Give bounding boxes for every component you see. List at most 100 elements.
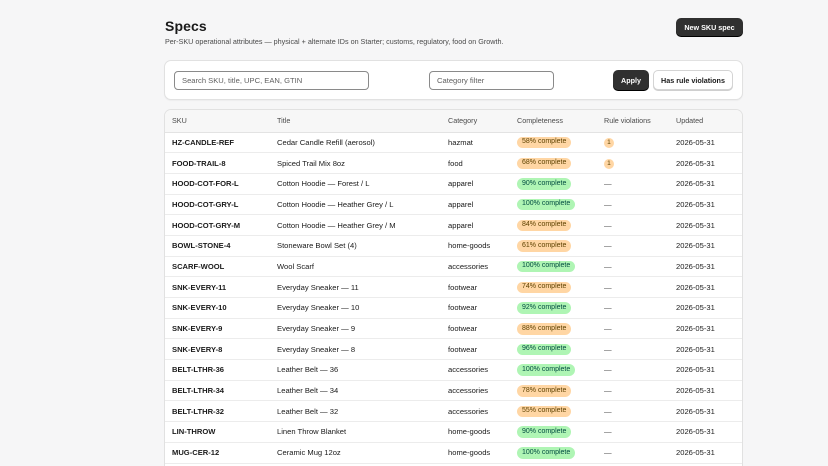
updated-cell: 2026-05-31 [669,256,742,278]
column-header-sku[interactable]: SKU [165,110,270,133]
completeness-badge: 88% complete [517,323,572,335]
table-row[interactable]: SNK-EVERY-8 Everyday Sneaker — 8 footwear 9… [165,338,742,361]
title-cell: Cotton Hoodie — Forest / L [270,173,441,195]
table-row[interactable]: HOOD-COT-GRY-M Cotton Hoodie — Heather Gr… [165,214,742,236]
title-cell: Leather Belt — 34 [270,380,441,402]
completeness-badge: 90% complete [517,178,572,190]
violation-count-badge: 1 [604,158,614,169]
sku-cell[interactable]: SNK-EVERY-8 [165,338,270,361]
table-row[interactable]: HOOD-COT-GRY-L Cotton Hoodie — Heather Gr… [165,194,742,216]
specs-table-card: SKU Title Category Completeness Rule vio… [164,109,743,466]
completeness-cell: 100% complete [510,359,597,381]
title-cell: Spiced Trail Mix 8oz [270,152,441,174]
category-filter-input[interactable] [429,71,554,90]
no-violations-text: — [604,406,612,416]
sku-cell[interactable]: SNK-EVERY-9 [165,318,270,340]
sku-cell[interactable]: SCARF-WOOL [165,256,270,278]
sku-cell[interactable]: BELT-LTHR-32 [165,400,270,423]
completeness-cell: 90% complete [510,421,597,443]
updated-cell: 2026-05-31 [669,338,742,361]
sku-cell[interactable]: SNK-EVERY-10 [165,297,270,319]
sku-cell[interactable]: SNK-EVERY-11 [165,276,270,298]
category-cell: home-goods [441,442,510,464]
table-row[interactable]: BOWL-STONE-4 Stoneware Bowl Set (4) home-g… [165,235,742,257]
sku-cell[interactable]: FOOD-TRAIL-8 [165,152,270,174]
rule-violations-cell: — [597,276,669,298]
completeness-cell: 96% complete [510,338,597,361]
sku-cell[interactable]: BELT-LTHR-34 [165,380,270,402]
completeness-cell: 92% complete [510,297,597,319]
title-cell: Ceramic Mug 12oz [270,442,441,464]
sku-cell[interactable]: HZ-CANDLE-REF [165,132,270,154]
completeness-badge: 68% complete [517,157,572,170]
completeness-cell: 100% complete [510,442,597,464]
table-row[interactable]: SCARF-WOOL Wool Scarf accessories 100% comp… [165,256,742,278]
sku-cell[interactable]: BELT-LTHR-36 [165,359,270,381]
updated-cell: 2026-05-31 [669,442,742,464]
title-cell: Stoneware Bowl Set (4) [270,235,441,257]
no-violations-text: — [604,220,612,230]
category-cell: footwear [441,338,510,361]
new-sku-spec-button[interactable]: New SKU spec [676,18,743,36]
search-input[interactable] [174,71,369,90]
updated-cell: 2026-05-31 [669,421,742,443]
column-header-completeness[interactable]: Completeness [510,110,597,133]
table-row[interactable]: FOOD-TRAIL-8 Spiced Trail Mix 8oz food 68% … [165,152,742,174]
table-row[interactable]: SNK-EVERY-10 Everyday Sneaker — 10 footwea… [165,297,742,319]
has-rule-violations-button[interactable]: Has rule violations [653,70,733,90]
sku-cell[interactable]: HOOD-COT-FOR-L [165,173,270,195]
updated-cell: 2026-05-31 [669,152,742,174]
category-cell: home-goods [441,421,510,443]
table-row[interactable]: MUG-CER-12 Ceramic Mug 12oz home-goods 100%… [165,442,742,464]
violation-count-badge: 1 [604,137,614,148]
category-cell: footwear [441,318,510,340]
table-row[interactable]: SNK-EVERY-9 Everyday Sneaker — 9 footwear 8… [165,318,742,340]
updated-cell: 2026-05-31 [669,132,742,154]
table-row[interactable]: BELT-LTHR-32 Leather Belt — 32 accessories… [165,400,742,423]
no-violations-text: — [604,282,612,292]
completeness-badge: 96% complete [517,343,572,356]
sku-cell[interactable]: HOOD-COT-GRY-M [165,214,270,236]
table-row[interactable]: HOOD-COT-FOR-L Cotton Hoodie — Forest / L… [165,173,742,195]
column-header-category[interactable]: Category [441,110,510,133]
rule-violations-cell: — [597,173,669,195]
sku-cell[interactable]: HOOD-COT-GRY-L [165,194,270,216]
no-violations-text: — [604,179,612,189]
table-row[interactable]: BELT-LTHR-36 Leather Belt — 36 accessories… [165,359,742,381]
title-cell: Wool Scarf [270,256,441,278]
apply-button[interactable]: Apply [613,70,649,90]
completeness-badge: 55% complete [517,405,572,418]
completeness-cell: 88% complete [510,318,597,340]
sku-cell[interactable]: MUG-CER-12 [165,442,270,464]
column-header-rule-violations[interactable]: Rule violations [597,110,669,133]
column-header-updated[interactable]: Updated [669,110,742,133]
filter-card: Apply Has rule violations [164,60,743,100]
table-row[interactable]: HZ-CANDLE-REF Cedar Candle Refill (aeroso… [165,132,742,154]
column-header-title[interactable]: Title [270,110,441,133]
no-violations-text: — [604,241,612,251]
rule-violations-cell: 1 [597,132,669,154]
title-cell: Everyday Sneaker — 11 [270,276,441,298]
rule-violations-cell: — [597,338,669,361]
specs-table: SKU Title Category Completeness Rule vio… [165,110,742,464]
updated-cell: 2026-05-31 [669,276,742,298]
title-cell: Linen Throw Blanket [270,421,441,443]
completeness-badge: 90% complete [517,426,572,438]
completeness-cell: 84% complete [510,214,597,236]
updated-cell: 2026-05-31 [669,318,742,340]
sku-cell[interactable]: LIN-THROW [165,421,270,443]
rule-violations-cell: — [597,400,669,423]
no-violations-text: — [604,303,612,313]
title-cell: Cotton Hoodie — Heather Grey / L [270,194,441,216]
category-cell: accessories [441,380,510,402]
table-row[interactable]: SNK-EVERY-11 Everyday Sneaker — 11 footwea… [165,276,742,298]
sku-cell[interactable]: BOWL-STONE-4 [165,235,270,257]
table-header-row: SKU Title Category Completeness Rule vio… [165,110,742,133]
category-cell: apparel [441,173,510,195]
table-row[interactable]: BELT-LTHR-34 Leather Belt — 34 accessories… [165,380,742,402]
table-row[interactable]: LIN-THROW Linen Throw Blanket home-goods 90… [165,421,742,443]
no-violations-text: — [604,365,612,375]
category-cell: footwear [441,297,510,319]
completeness-cell: 90% complete [510,173,597,195]
updated-cell: 2026-05-31 [669,235,742,257]
